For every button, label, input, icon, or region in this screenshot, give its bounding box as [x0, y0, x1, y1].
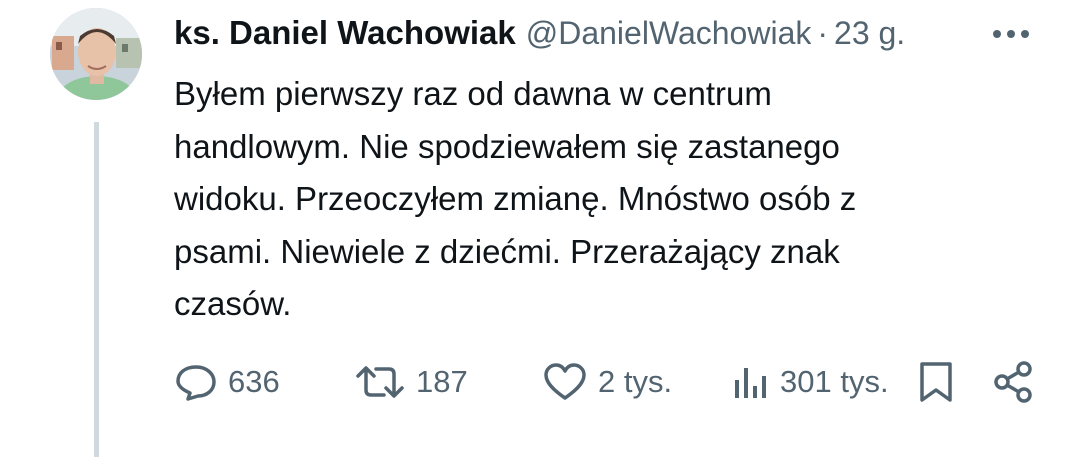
bookmark-icon	[920, 362, 952, 402]
like-button[interactable]: 2 tys.	[542, 357, 672, 407]
reply-button[interactable]: 636	[174, 357, 280, 407]
share-icon	[994, 361, 1032, 403]
user-handle[interactable]: @DanielWachowiak	[526, 15, 812, 52]
views-bar-chart-icon	[735, 368, 766, 398]
header-separator: ·	[817, 14, 829, 51]
thread-line	[94, 122, 99, 457]
tweet-actions: 636 187 2 tys. 301 tys.	[174, 357, 1044, 407]
share-button[interactable]	[992, 357, 1036, 407]
views-button[interactable]: 301 tys.	[732, 357, 889, 407]
reply-icon	[176, 365, 216, 401]
avatar[interactable]	[50, 8, 142, 100]
tweet-timestamp[interactable]: 23 g.	[834, 15, 905, 52]
avatar-photo	[50, 8, 142, 100]
bookmark-button[interactable]	[916, 357, 956, 407]
reply-count: 636	[228, 364, 280, 399]
heart-icon	[544, 363, 586, 400]
tweet-header: ks. Daniel Wachowiak @DanielWachowiak · …	[174, 8, 1044, 58]
tweet-text: Byłem pierwszy raz od dawna w centrum ha…	[174, 75, 857, 322]
more-horizontal-icon	[993, 30, 1029, 38]
repost-button[interactable]: 187	[354, 357, 468, 407]
more-options-button[interactable]	[988, 14, 1034, 54]
repost-icon	[356, 366, 404, 398]
display-name[interactable]: ks. Daniel Wachowiak	[174, 14, 516, 52]
view-count: 301 tys.	[780, 364, 889, 399]
repost-count: 187	[416, 364, 468, 399]
like-count: 2 tys.	[598, 364, 673, 399]
